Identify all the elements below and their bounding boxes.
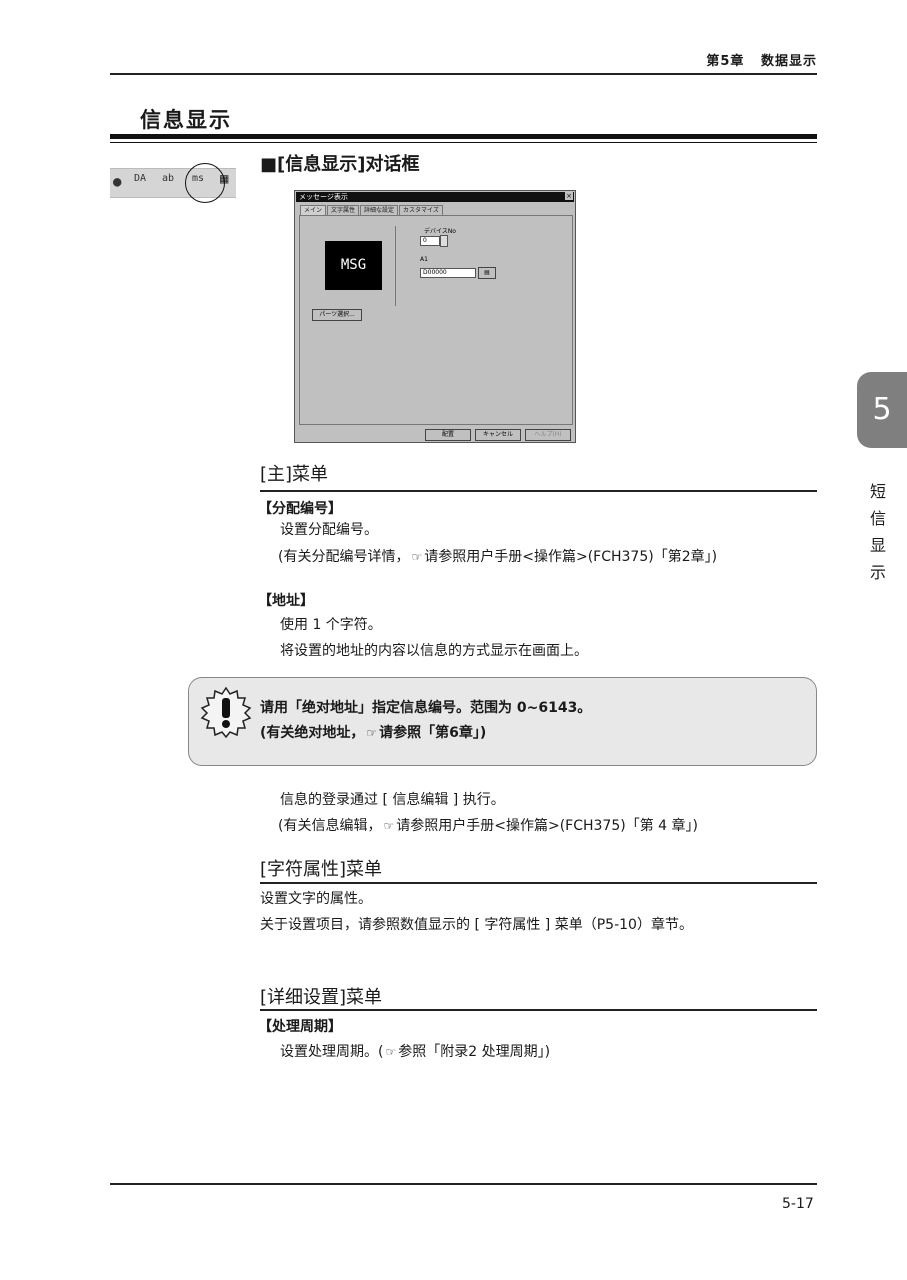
tab-customize[interactable]: カスタマイズ: [399, 205, 443, 215]
detail-heading: [详细设置]菜单: [260, 987, 383, 1008]
message-preview: MSG: [325, 241, 382, 290]
close-icon[interactable]: ×: [565, 192, 573, 200]
char-attr-rule: [260, 882, 817, 884]
address-heading: 【地址】: [258, 593, 314, 609]
side-label-char: 信: [869, 509, 886, 528]
char-attr-desc-1: 设置文字的属性。: [260, 891, 372, 907]
chapter-header: 第5章 数据显示: [706, 50, 817, 69]
chapter-number: 第5章: [706, 54, 745, 69]
side-label-char: 显: [869, 536, 886, 555]
dialog-panel: MSG デバイスNo 0 A1 D00000 ▤ パーツ選択...: [299, 215, 573, 425]
address-desc-1: 使用 1 个字符。: [280, 617, 382, 633]
toolbar-snippet: ● DA ab ms ▦: [110, 163, 236, 203]
cycle-heading: 【处理周期】: [258, 1019, 342, 1035]
cancel-button[interactable]: キャンセル: [475, 429, 521, 441]
warning-icon: [200, 686, 252, 738]
assign-number-heading: 【分配编号】: [258, 501, 342, 517]
main-menu-heading: [主]菜单: [260, 464, 329, 485]
pointing-hand-icon: ☞: [383, 819, 395, 833]
main-menu-rule: [260, 490, 817, 492]
dialog-title: メッセージ表示: [296, 192, 574, 202]
pointing-hand-icon: ☞: [411, 550, 423, 564]
page-title: 信息显示: [140, 108, 232, 132]
chapter-side-tab: 5: [857, 372, 907, 448]
registration-ref: (有关信息编辑， ☞ 请参照用户手册<操作篇>(FCH375)「第 4 章」): [278, 818, 698, 834]
page-number: 5-17: [782, 1196, 814, 1212]
assign-number-ref: (有关分配编号详情， ☞ 请参照用户手册<操作篇>(FCH375)「第2章」): [278, 549, 718, 565]
panel-divider: [395, 226, 396, 306]
a1-label: A1: [420, 256, 428, 263]
parts-select-button[interactable]: パーツ選択...: [312, 309, 362, 321]
message-display-dialog: メッセージ表示 × メイン 文字属性 詳細な設定 カスタマイズ MSG デバイス…: [294, 190, 576, 443]
registration-desc: 信息的登录通过 [ 信息编辑 ] 执行。: [280, 792, 505, 808]
title-rule: [110, 134, 817, 139]
text-display-icon: ab: [162, 173, 175, 184]
dialog-tabs: メイン 文字属性 詳細な設定 カスタマイズ: [300, 205, 444, 215]
title-rule-thin: [110, 142, 817, 143]
pointing-hand-icon: ☞: [366, 726, 378, 740]
chapter-title: 数据显示: [760, 54, 817, 69]
data-display-icon: DA: [134, 173, 147, 184]
char-attr-heading: [字符属性]菜单: [260, 859, 383, 880]
section-heading: ■[信息显示]对话框: [260, 154, 420, 175]
address-desc-2: 将设置的地址的内容以信息的方式显示在画面上。: [280, 643, 588, 659]
assign-number-desc: 设置分配编号。: [280, 522, 378, 538]
place-button[interactable]: 配置: [425, 429, 471, 441]
highlight-circle: [185, 163, 225, 203]
pointing-hand-icon: ☞: [385, 1045, 397, 1059]
gear-icon: ●: [113, 174, 122, 190]
help-button[interactable]: ヘルプ(H): [525, 429, 571, 441]
footer-rule: [110, 1183, 817, 1185]
cycle-desc: 设置处理周期。(☞ 参照「附录2 处理周期」): [280, 1044, 551, 1060]
device-no-spinner[interactable]: [440, 235, 448, 247]
tab-detail[interactable]: 詳細な設定: [360, 205, 399, 215]
char-attr-desc-2: 关于设置项目，请参照数值显示的 [ 字符属性 ] 菜单（P5-10）章节。: [260, 917, 693, 933]
side-label-char: 示: [869, 563, 886, 582]
side-label-char: 短: [869, 482, 886, 501]
detail-rule: [260, 1009, 817, 1011]
tab-main[interactable]: メイン: [300, 205, 327, 215]
device-no-label: デバイスNo: [424, 228, 456, 235]
header-rule: [110, 73, 817, 75]
keyboard-icon[interactable]: ▤: [478, 267, 496, 279]
a1-input[interactable]: D00000: [420, 268, 476, 278]
caution-line-2: (有关绝对地址， ☞ 请参照「第6章」): [260, 725, 487, 741]
device-no-input[interactable]: 0: [420, 236, 440, 246]
caution-line-1: 请用「绝对地址」指定信息编号。范围为 0~6143。: [260, 700, 592, 716]
tab-char-attr[interactable]: 文字属性: [327, 205, 360, 215]
